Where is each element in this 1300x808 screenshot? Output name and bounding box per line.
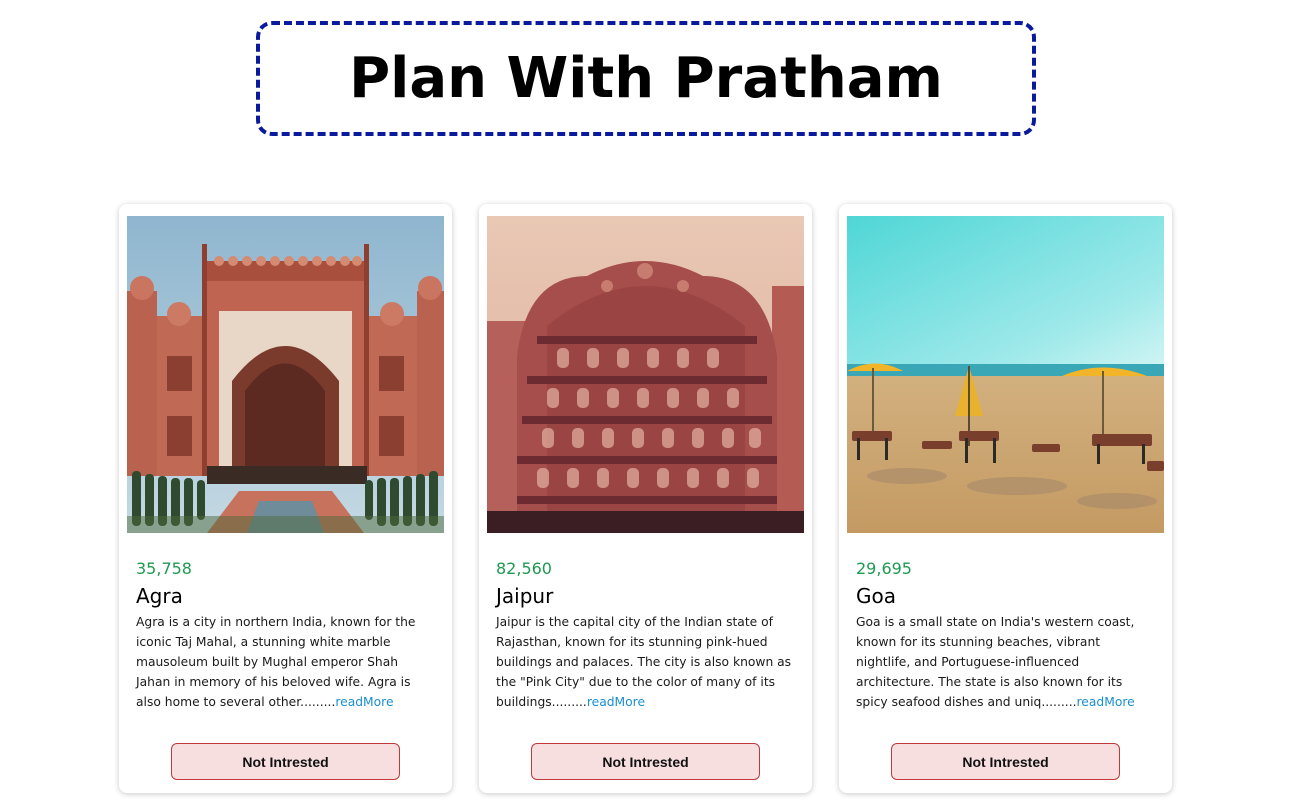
- tour-city-name: Goa: [856, 584, 896, 608]
- read-more-link[interactable]: readMore: [587, 695, 645, 709]
- tour-city-name: Jaipur: [496, 584, 554, 608]
- tour-description: Goa is a small state on India's western …: [856, 612, 1156, 712]
- tour-card-jaipur: 82,560 Jaipur Jaipur is the capital city…: [479, 204, 812, 793]
- title-banner: Plan With Pratham: [256, 21, 1036, 136]
- tour-image-jaipur: [487, 216, 804, 533]
- tour-image-goa: [847, 216, 1164, 533]
- not-interested-button[interactable]: Not Intrested: [531, 743, 760, 780]
- not-interested-button[interactable]: Not Intrested: [171, 743, 400, 780]
- tour-city-name: Agra: [136, 584, 183, 608]
- tour-price: 29,695: [856, 559, 912, 578]
- read-more-link[interactable]: readMore: [335, 695, 393, 709]
- tour-price: 82,560: [496, 559, 552, 578]
- tour-card-agra: 35,758 Agra Agra is a city in northern I…: [119, 204, 452, 793]
- read-more-link[interactable]: readMore: [1077, 695, 1135, 709]
- tour-image-agra: [127, 216, 444, 533]
- page-title: Plan With Pratham: [349, 46, 943, 111]
- tour-price: 35,758: [136, 559, 192, 578]
- tour-description: Agra is a city in northern India, known …: [136, 612, 436, 712]
- tour-card-goa: 29,695 Goa Goa is a small state on India…: [839, 204, 1172, 793]
- not-interested-button[interactable]: Not Intrested: [891, 743, 1120, 780]
- tour-description: Jaipur is the capital city of the Indian…: [496, 612, 796, 712]
